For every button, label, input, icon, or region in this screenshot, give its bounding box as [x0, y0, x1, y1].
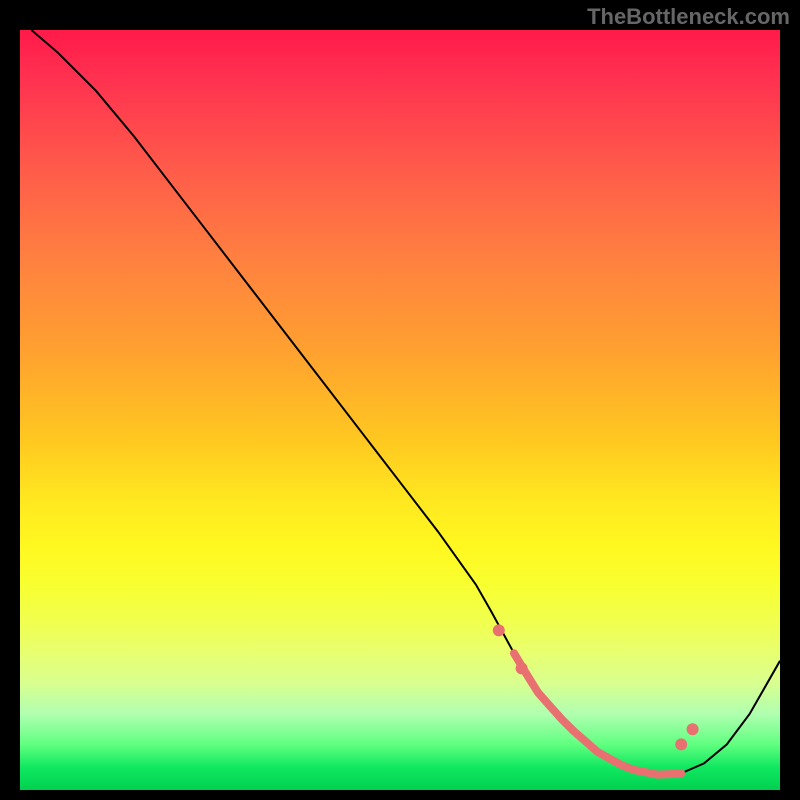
marker-dot — [687, 723, 699, 735]
optimal-region-marker — [514, 653, 681, 774]
marker-dots — [493, 624, 699, 750]
marker-dot — [516, 662, 528, 674]
chart-svg — [20, 30, 780, 790]
plot-area — [20, 30, 780, 790]
bottleneck-curve — [31, 30, 780, 775]
marker-dot — [493, 624, 505, 636]
watermark-text: TheBottleneck.com — [587, 4, 790, 30]
marker-dot — [675, 738, 687, 750]
